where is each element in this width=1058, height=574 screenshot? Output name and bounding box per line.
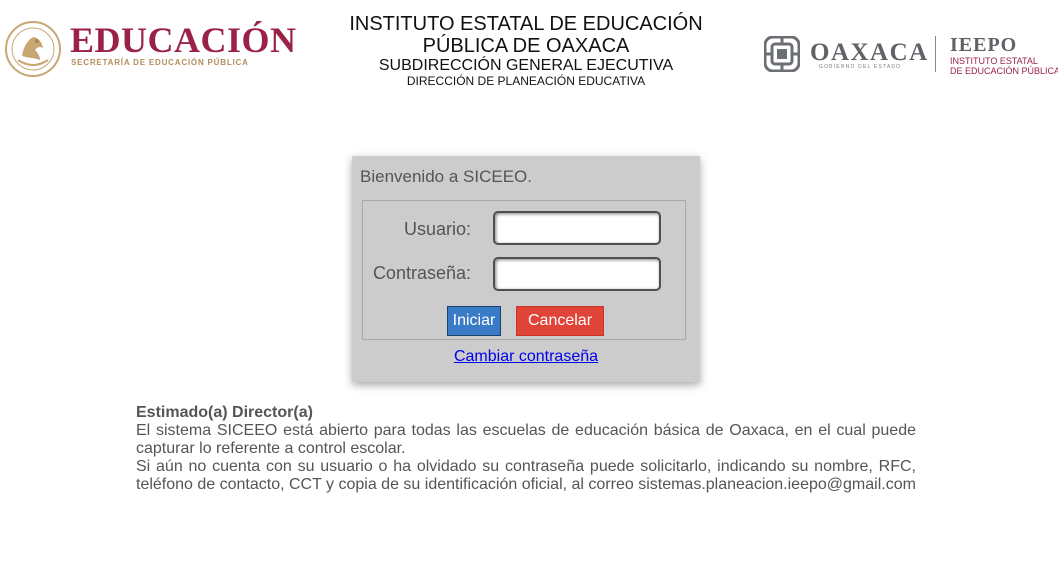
- ieepo-logo-name: IEEPO: [950, 34, 1018, 56]
- sep-logo: EDUCACIÓN SECRETARÍA DE EDUCACIÓN PÚBLIC…: [4, 18, 297, 78]
- username-input[interactable]: [493, 211, 661, 245]
- login-fieldset: Usuario: Contraseña: Iniciar Cancelar: [362, 200, 686, 340]
- sep-logo-name: EDUCACIÓN: [70, 20, 297, 60]
- institute-title-line2: PÚBLICA DE OAXACA: [422, 35, 630, 57]
- notice-title: Estimado(a) Director(a): [136, 404, 313, 421]
- national-seal-icon: [5, 21, 61, 77]
- oaxaca-glyph-icon: [764, 36, 800, 72]
- oaxaca-logo-subtitle: GOBIERNO DEL ESTADO: [819, 64, 902, 70]
- change-password-link[interactable]: Cambiar contraseña: [352, 348, 700, 366]
- ieepo-logo-subtitle-line2: DE EDUCACIÓN PÚBLICA: [950, 66, 1058, 76]
- password-input[interactable]: [493, 257, 661, 291]
- login-button[interactable]: Iniciar: [447, 306, 501, 336]
- username-label: Usuario:: [403, 219, 471, 239]
- password-label: Contraseña:: [372, 263, 471, 283]
- director-notice: Estimado(a) Director(a) El sistema SICEE…: [136, 404, 916, 494]
- institute-title-line1: INSTITUTO ESTATAL DE EDUCACIÓN: [349, 13, 703, 35]
- login-panel: Bienvenido a SICEEO. Usuario: Contraseña…: [352, 156, 700, 382]
- direction-title: DIRECCIÓN DE PLANEACIÓN EDUCATIVA: [406, 74, 646, 88]
- oaxaca-ieepo-logo: OAXACA GOBIERNO DEL ESTADO IEEPO INSTITU…: [764, 34, 1058, 78]
- oaxaca-logo-name: OAXACA: [810, 39, 929, 66]
- subdirection-title: SUBDIRECCIÓN GENERAL EJECUTIVA: [378, 57, 674, 74]
- page-header: INSTITUTO ESTATAL DE EDUCACIÓN PÚBLICA D…: [316, 13, 736, 88]
- cancel-button[interactable]: Cancelar: [516, 306, 604, 336]
- sep-logo-subtitle: SECRETARÍA DE EDUCACIÓN PÚBLICA: [71, 58, 249, 67]
- notice-paragraph-1: El sistema SICEEO está abierto para toda…: [136, 422, 916, 457]
- notice-paragraph-2: Si aún no cuenta con su usuario o ha olv…: [136, 458, 916, 493]
- ieepo-logo-subtitle-line1: INSTITUTO ESTATAL: [950, 56, 1038, 66]
- welcome-message: Bienvenido a SICEEO.: [360, 167, 532, 186]
- logo-divider: [935, 36, 936, 72]
